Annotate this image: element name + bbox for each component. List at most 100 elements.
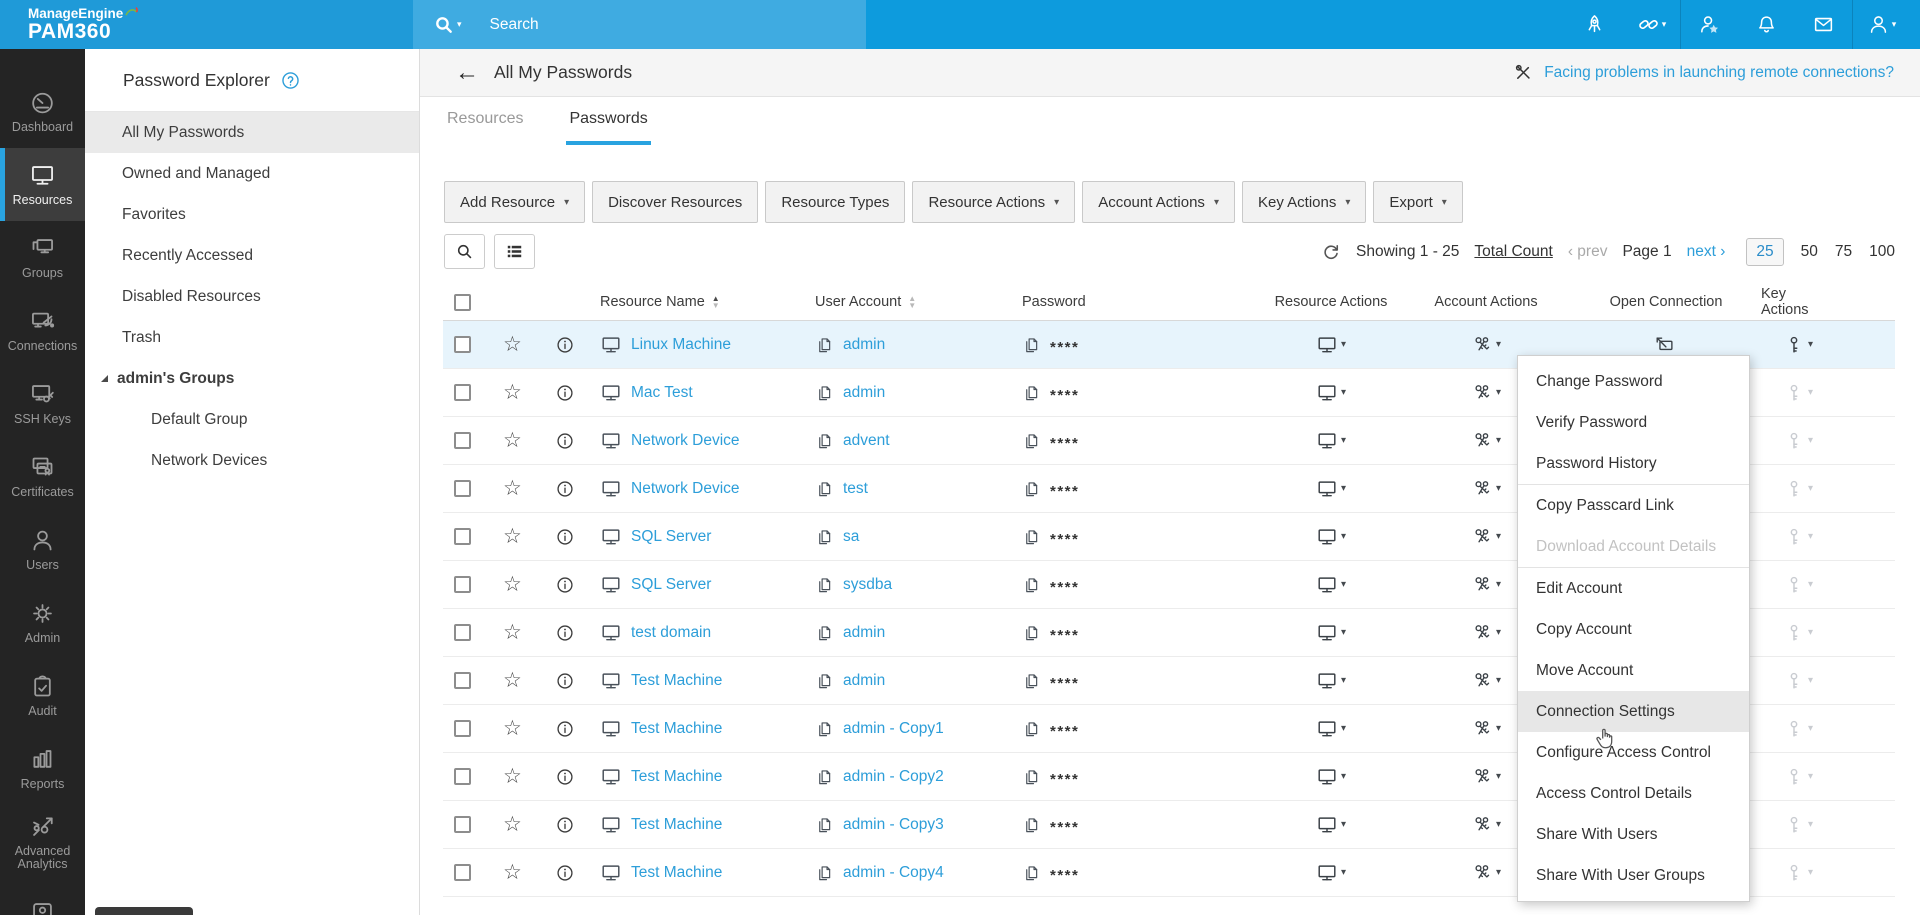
explorer-item-favorites[interactable]: Favorites xyxy=(85,194,419,235)
row-checkbox[interactable] xyxy=(454,336,471,353)
info-icon[interactable] xyxy=(545,527,575,547)
sidebar-item-resources[interactable]: Resources xyxy=(0,148,85,221)
resource-name-link[interactable]: Linux Machine xyxy=(631,336,731,354)
key-actions-button[interactable]: ▾ xyxy=(1783,478,1813,500)
copy-password-icon[interactable] xyxy=(1022,335,1041,354)
user-account-link[interactable]: sa xyxy=(843,528,859,546)
copy-account-icon[interactable] xyxy=(815,623,834,642)
user-account-link[interactable]: admin - Copy2 xyxy=(843,768,944,786)
resource-name-link[interactable]: Network Device xyxy=(631,480,740,498)
key-actions-button[interactable]: ▾ xyxy=(1783,670,1813,692)
resource-actions-button[interactable]: Resource Actions▾ xyxy=(912,181,1075,223)
sort-icon[interactable]: ▲▼ xyxy=(908,295,916,309)
user-account-link[interactable]: admin - Copy4 xyxy=(843,864,944,882)
column-user-account[interactable]: User Account ▲▼ xyxy=(806,284,1011,320)
user-account-link[interactable]: advent xyxy=(843,432,890,450)
key-actions-button[interactable]: ▾ xyxy=(1783,526,1813,548)
sidebar-item-users[interactable]: Users xyxy=(0,513,85,586)
row-checkbox[interactable] xyxy=(454,720,471,737)
copy-password-icon[interactable] xyxy=(1022,383,1041,402)
row-checkbox[interactable] xyxy=(454,384,471,401)
row-checkbox[interactable] xyxy=(454,528,471,545)
account-actions-button[interactable]: ▾ xyxy=(1471,334,1501,356)
menu-item-move-account[interactable]: Move Account xyxy=(1518,650,1749,691)
resource-actions-button[interactable]: ▾ xyxy=(1316,718,1346,740)
user-account-link[interactable]: test xyxy=(843,480,868,498)
account-actions-button[interactable]: ▾ xyxy=(1471,526,1501,548)
menu-item-connection-settings[interactable]: Connection Settings xyxy=(1518,691,1749,732)
favorite-star-icon[interactable]: ☆ xyxy=(487,380,522,405)
column-resource-name[interactable]: Resource Name ▲▼ xyxy=(591,284,806,320)
explorer-item-owned-and-managed[interactable]: Owned and Managed xyxy=(85,153,419,194)
copy-password-icon[interactable] xyxy=(1022,431,1041,450)
resource-name-link[interactable]: Test Machine xyxy=(631,720,722,738)
row-checkbox[interactable] xyxy=(454,672,471,689)
copy-password-icon[interactable] xyxy=(1022,671,1041,690)
info-icon[interactable] xyxy=(545,863,575,883)
key-actions-button[interactable]: ▾ xyxy=(1783,334,1813,356)
favorite-star-icon[interactable]: ☆ xyxy=(487,620,522,645)
sidebar-item-reports[interactable]: Reports xyxy=(0,732,85,805)
resource-actions-button[interactable]: ▾ xyxy=(1316,766,1346,788)
menu-item-configure-access-control[interactable]: Configure Access Control xyxy=(1518,732,1749,773)
favorite-star-icon[interactable]: ☆ xyxy=(487,428,522,453)
account-actions-button[interactable]: ▾ xyxy=(1471,766,1501,788)
info-icon[interactable] xyxy=(545,623,575,643)
search-input[interactable]: Search xyxy=(490,16,539,34)
resource-types-button[interactable]: Resource Types xyxy=(765,181,905,223)
open-connection-button[interactable] xyxy=(1654,333,1678,357)
sidebar-item-admin[interactable]: Admin xyxy=(0,586,85,659)
resource-actions-button[interactable]: ▾ xyxy=(1316,334,1346,356)
resource-actions-button[interactable]: ▾ xyxy=(1316,814,1346,836)
user-star-icon[interactable] xyxy=(1681,0,1738,49)
resource-name-link[interactable]: Test Machine xyxy=(631,816,722,834)
menu-item-copy-passcard-link[interactable]: Copy Passcard Link xyxy=(1518,485,1749,526)
account-actions-button[interactable]: ▾ xyxy=(1471,718,1501,740)
resource-name-link[interactable]: Network Device xyxy=(631,432,740,450)
list-view-button[interactable] xyxy=(494,234,535,269)
copy-password-icon[interactable] xyxy=(1022,767,1041,786)
copy-account-icon[interactable] xyxy=(815,527,834,546)
select-all-checkbox[interactable] xyxy=(454,294,471,311)
mail-icon[interactable] xyxy=(1795,0,1852,49)
favorite-star-icon[interactable]: ☆ xyxy=(487,476,522,501)
explorer-item-disabled-resources[interactable]: Disabled Resources xyxy=(85,276,419,317)
user-account-link[interactable]: admin xyxy=(843,336,885,354)
explorer-item-default-group[interactable]: Default Group xyxy=(85,399,419,440)
account-actions-button[interactable]: ▾ xyxy=(1471,622,1501,644)
search-scope-caret-icon[interactable]: ▾ xyxy=(457,19,462,30)
row-checkbox[interactable] xyxy=(454,864,471,881)
copy-account-icon[interactable] xyxy=(815,767,834,786)
table-search-button[interactable] xyxy=(444,234,485,269)
explorer-item-network-devices[interactable]: Network Devices xyxy=(85,440,419,481)
resource-name-link[interactable]: SQL Server xyxy=(631,528,711,546)
favorite-star-icon[interactable]: ☆ xyxy=(487,524,522,549)
info-icon[interactable] xyxy=(545,383,575,403)
discover-resources-button[interactable]: Discover Resources xyxy=(592,181,758,223)
copy-password-icon[interactable] xyxy=(1022,575,1041,594)
add-resource-button[interactable]: Add Resource▾ xyxy=(444,181,585,223)
account-actions-button[interactable]: ▾ xyxy=(1471,430,1501,452)
key-actions-button[interactable]: ▾ xyxy=(1783,382,1813,404)
resource-name-link[interactable]: Mac Test xyxy=(631,384,693,402)
resource-name-link[interactable]: test domain xyxy=(631,624,711,642)
copy-password-icon[interactable] xyxy=(1022,479,1041,498)
row-checkbox[interactable] xyxy=(454,624,471,641)
favorite-star-icon[interactable]: ☆ xyxy=(487,716,522,741)
row-checkbox[interactable] xyxy=(454,576,471,593)
link-icon[interactable]: ▾ xyxy=(1623,0,1680,49)
tab-resources[interactable]: Resources xyxy=(444,97,526,145)
row-checkbox[interactable] xyxy=(454,768,471,785)
sidebar-item-groups[interactable]: Groups xyxy=(0,221,85,294)
copy-account-icon[interactable] xyxy=(815,479,834,498)
sort-icon[interactable]: ▲▼ xyxy=(712,295,720,309)
sidebar-item-ssh-keys[interactable]: SSH Keys xyxy=(0,367,85,440)
sidebar-item-advanced-analytics[interactable]: Advanced Analytics xyxy=(0,805,85,878)
page-size-50[interactable]: 50 xyxy=(1801,243,1818,261)
resource-actions-button[interactable]: ▾ xyxy=(1316,430,1346,452)
key-actions-button[interactable]: ▾ xyxy=(1783,862,1813,884)
account-actions-button[interactable]: ▾ xyxy=(1471,670,1501,692)
user-account-link[interactable]: admin xyxy=(843,672,885,690)
key-actions-button[interactable]: Key Actions▾ xyxy=(1242,181,1366,223)
sidebar-item-certificates[interactable]: Certificates xyxy=(0,440,85,513)
